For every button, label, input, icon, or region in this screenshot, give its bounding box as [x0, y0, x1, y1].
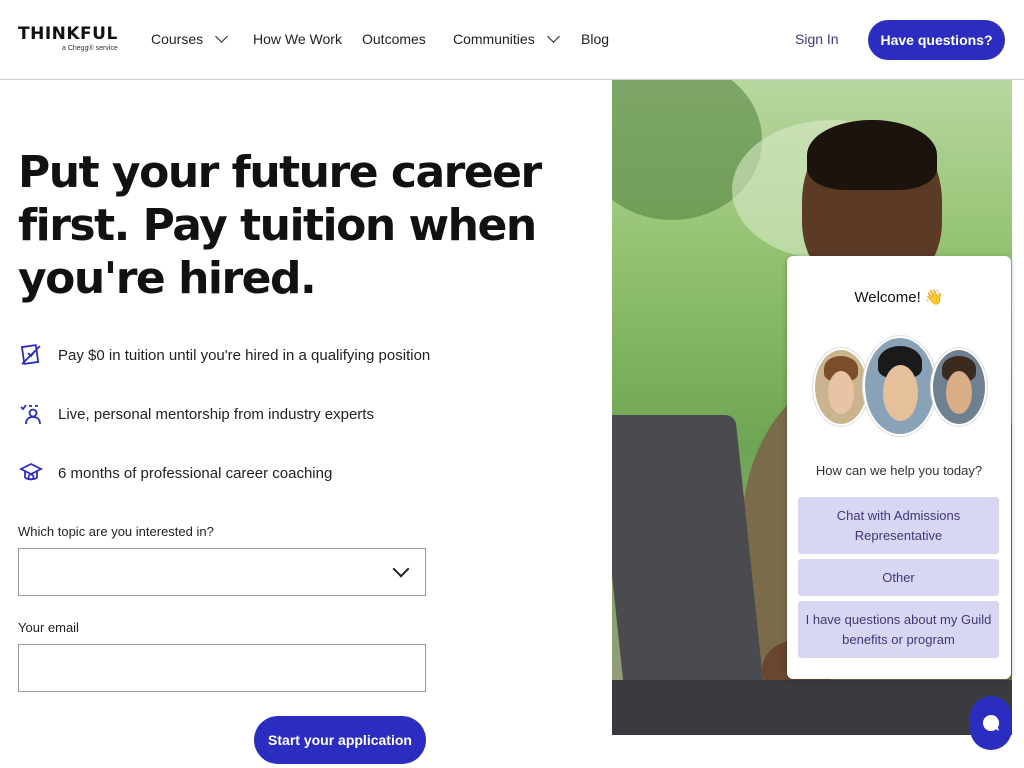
- feature-text: Pay $0 in tuition until you're hired in …: [58, 346, 431, 364]
- email-label: Your email: [18, 620, 79, 635]
- chat-option-admissions[interactable]: Chat with Admissions Representative: [798, 497, 999, 554]
- nav-blog-label: Blog: [581, 31, 610, 47]
- nav-outcomes-label: Outcomes: [362, 31, 426, 47]
- feature-item: Live, personal mentorship from industry …: [18, 401, 374, 427]
- chat-bubble-icon: [982, 714, 1000, 731]
- agent-avatar: [863, 336, 937, 436]
- site-header: THINKFUL a Chegg® service Courses How We…: [0, 0, 1024, 80]
- nav-communities[interactable]: Communities: [453, 30, 560, 47]
- hero-headline: Put your future career first. Pay tuitio…: [18, 147, 542, 304]
- photo-person-hair: [807, 120, 937, 190]
- start-application-button[interactable]: Start your application: [254, 716, 426, 764]
- thinkful-logo[interactable]: THINKFUL a Chegg® service: [18, 24, 118, 52]
- chevron-down-icon: [215, 30, 229, 43]
- chevron-down-icon: [546, 30, 560, 43]
- nav-how-we-work-label: How We Work: [253, 31, 342, 47]
- feature-item: 6 months of professional career coaching: [18, 460, 332, 486]
- topic-select[interactable]: [18, 548, 426, 596]
- nav-communities-label: Communities: [453, 31, 535, 47]
- nav-outcomes[interactable]: Outcomes: [362, 31, 426, 47]
- chat-question: How can we help you today?: [815, 463, 983, 478]
- avatar-face: [882, 364, 918, 421]
- tuition-icon: [18, 342, 44, 368]
- mentor-icon: [18, 401, 44, 427]
- sign-in-link[interactable]: Sign In: [795, 31, 839, 47]
- topic-label: Which topic are you interested in?: [18, 524, 214, 539]
- chat-widget: Welcome! 👋 How can we help you today? Ch…: [787, 256, 1011, 679]
- chat-welcome: Welcome! 👋: [854, 289, 944, 306]
- logo-text: THINKFUL: [18, 24, 118, 44]
- agent-avatar: [813, 348, 869, 426]
- nav-blog[interactable]: Blog: [581, 31, 609, 47]
- email-field[interactable]: [18, 644, 426, 692]
- avatar-face: [946, 370, 972, 414]
- feature-text: 6 months of professional career coaching: [58, 464, 333, 482]
- nav-courses-label: Courses: [151, 31, 204, 47]
- feature-text: Live, personal mentorship from industry …: [58, 405, 374, 423]
- logo-subtext: a Chegg® service: [62, 45, 118, 52]
- have-questions-button[interactable]: Have questions?: [868, 20, 1005, 60]
- chat-option-other[interactable]: Other: [798, 559, 999, 596]
- chat-launcher-button[interactable]: [970, 696, 1012, 750]
- chat-option-guild[interactable]: I have questions about my Guild benefits…: [798, 601, 999, 658]
- graduation-cap-icon: [18, 460, 44, 486]
- agent-avatar: [931, 348, 987, 426]
- feature-item: Pay $0 in tuition until you're hired in …: [18, 342, 430, 368]
- avatar-face: [828, 370, 854, 414]
- nav-courses[interactable]: Courses: [151, 30, 229, 47]
- chevron-down-icon: [392, 560, 410, 578]
- nav-how-we-work[interactable]: How We Work: [253, 31, 342, 47]
- photo-keyboard: [612, 680, 1012, 735]
